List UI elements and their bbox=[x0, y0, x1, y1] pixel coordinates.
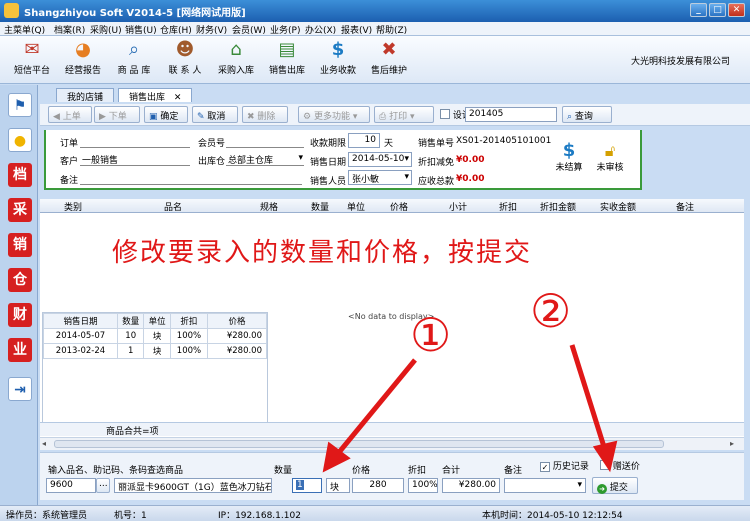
arrow-to-submit-head bbox=[592, 440, 618, 473]
status-operator: 操作员：系统管理员 bbox=[6, 511, 88, 521]
arrow-to-submit bbox=[569, 344, 608, 451]
status-bar: 操作员：系统管理员 机号：1 IP：192.168.1.102 本机时间：201… bbox=[0, 505, 750, 521]
arrow-to-qty bbox=[334, 358, 417, 458]
status-ip: IP：192.168.1.102 bbox=[218, 511, 301, 521]
annotation-arrows bbox=[322, 344, 618, 473]
status-machine: 机号：1 bbox=[114, 511, 147, 521]
status-clock: 本机时间：2014-05-10 12:12:54 bbox=[482, 511, 623, 521]
